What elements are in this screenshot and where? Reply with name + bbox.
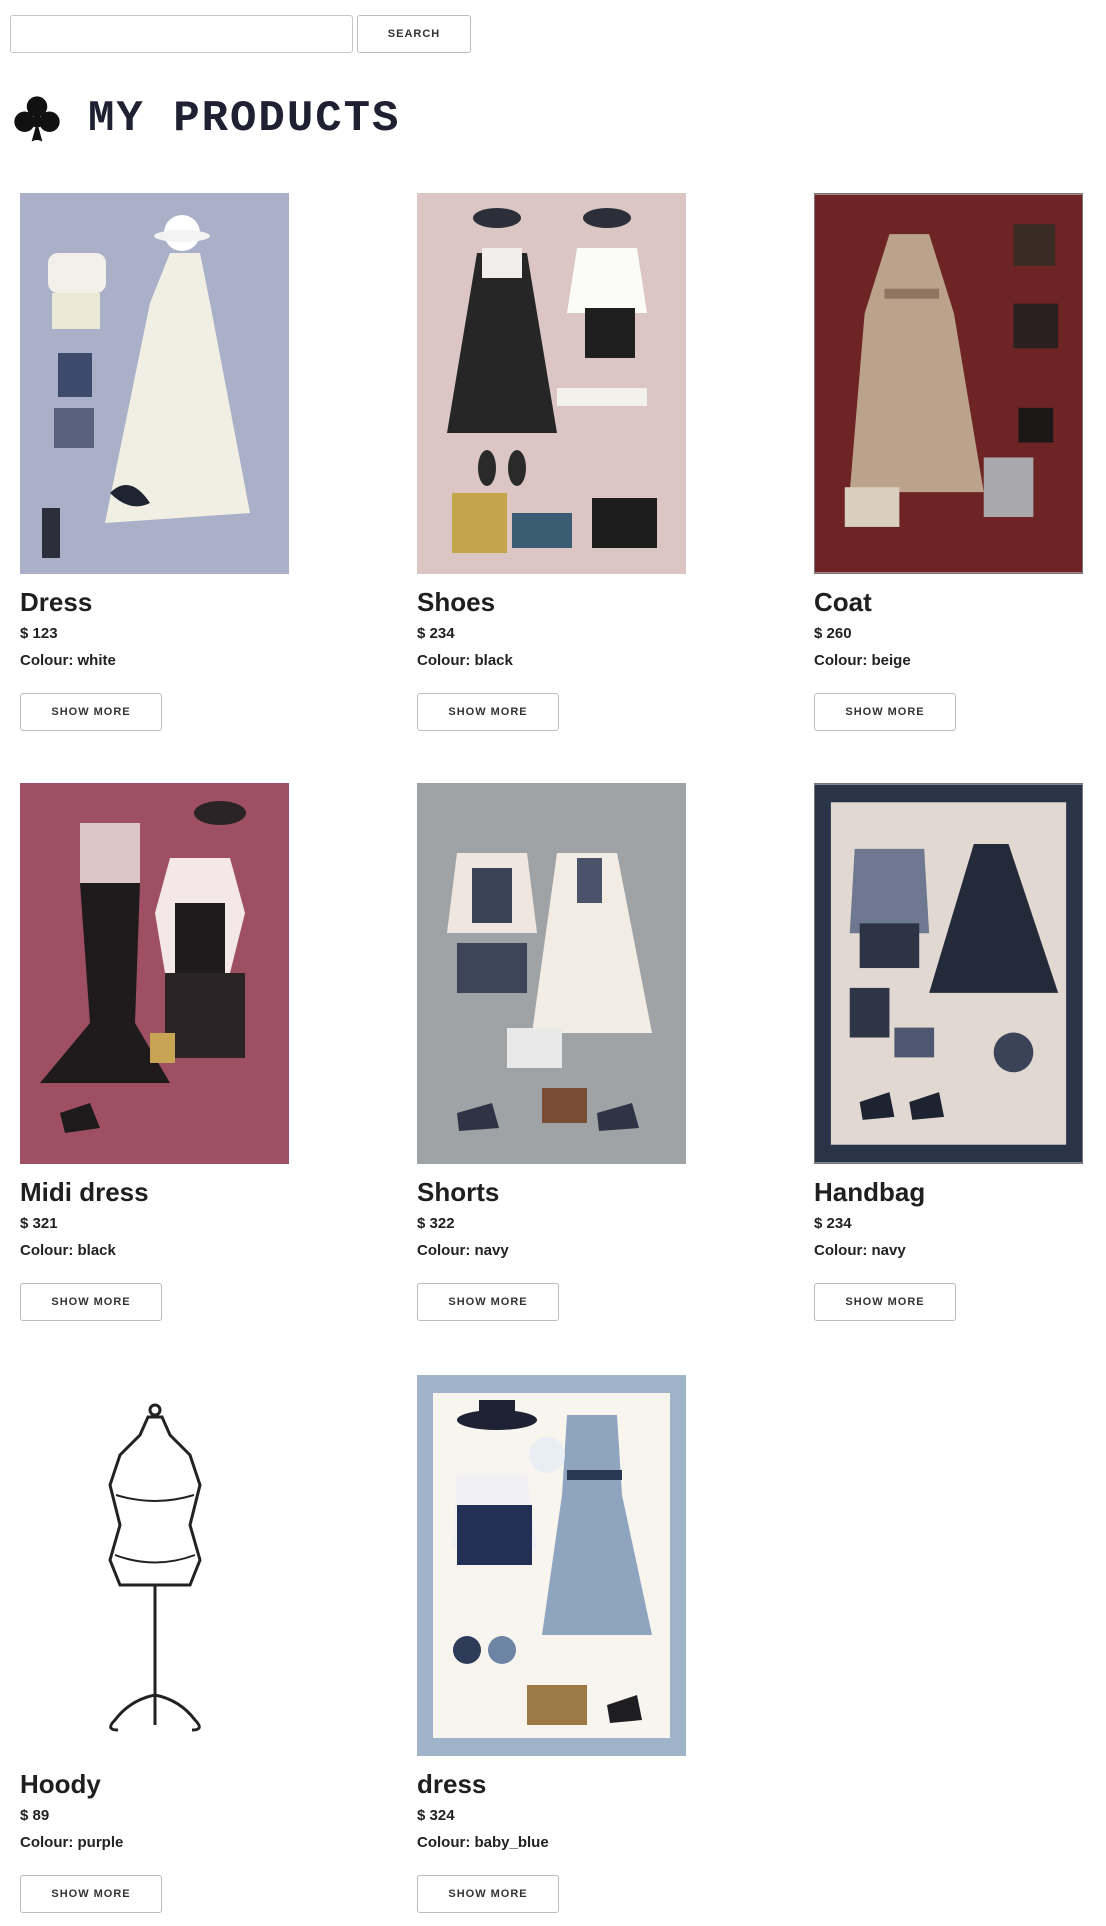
show-more-button[interactable]: SHOW MORE [814,1282,956,1321]
product-price: $ 123 [20,624,58,642]
product-colour: Colour: white [20,651,116,669]
search-bar: SEARCH [10,15,471,53]
page-title: MY PRODUCTS [88,94,401,144]
product-price: $ 234 [417,624,455,642]
product-image[interactable] [814,783,1083,1164]
product-card: Shoes $ 234 Colour: black SHOW MORE [417,193,717,731]
product-image[interactable] [20,193,289,574]
show-more-button[interactable]: SHOW MORE [417,692,559,731]
product-image[interactable] [814,193,1083,574]
show-more-button[interactable]: SHOW MORE [20,1282,162,1321]
show-more-button[interactable]: SHOW MORE [20,1874,162,1913]
product-colour: Colour: purple [20,1833,124,1851]
show-more-button[interactable]: SHOW MORE [417,1282,559,1321]
product-image[interactable] [417,1375,686,1756]
show-more-button[interactable]: SHOW MORE [814,692,956,731]
show-more-button[interactable]: SHOW MORE [20,692,162,731]
product-price: $ 322 [417,1214,455,1232]
club-suit-icon [14,96,60,142]
product-colour: Colour: black [20,1241,116,1259]
product-price: $ 324 [417,1806,455,1824]
product-card: Handbag $ 234 Colour: navy SHOW MORE [814,783,1106,1321]
product-card: dress $ 324 Colour: baby_blue SHOW MORE [417,1375,717,1913]
product-colour: Colour: black [417,651,513,669]
product-name: Hoody [20,1769,101,1799]
product-name: Handbag [814,1177,926,1207]
product-name: Midi dress [20,1177,149,1207]
product-price: $ 89 [20,1806,50,1824]
product-colour: Colour: navy [417,1241,509,1259]
product-name: Shorts [417,1177,500,1207]
show-more-button[interactable]: SHOW MORE [417,1874,559,1913]
product-name: Dress [20,587,93,617]
product-colour: Colour: beige [814,651,911,669]
product-image[interactable] [20,783,289,1164]
product-name: dress [417,1769,487,1799]
product-image[interactable] [417,193,686,574]
product-name: Shoes [417,587,496,617]
product-colour: Colour: baby_blue [417,1833,549,1851]
product-card: Hoody $ 89 Colour: purple SHOW MORE [20,1375,320,1913]
search-button[interactable]: SEARCH [357,15,471,53]
product-price: $ 260 [814,624,852,642]
product-image[interactable] [20,1375,289,1756]
product-name: Coat [814,587,872,617]
search-input[interactable] [10,15,353,53]
page-header: MY PRODUCTS [10,92,400,146]
product-card: Shorts $ 322 Colour: navy SHOW MORE [417,783,717,1321]
product-card: Coat $ 260 Colour: beige SHOW MORE [814,193,1106,731]
product-price: $ 234 [814,1214,852,1232]
product-card: Midi dress $ 321 Colour: black SHOW MORE [20,783,320,1321]
product-image[interactable] [417,783,686,1164]
product-price: $ 321 [20,1214,58,1232]
product-colour: Colour: navy [814,1241,906,1259]
product-card: Dress $ 123 Colour: white SHOW MORE [20,193,320,731]
